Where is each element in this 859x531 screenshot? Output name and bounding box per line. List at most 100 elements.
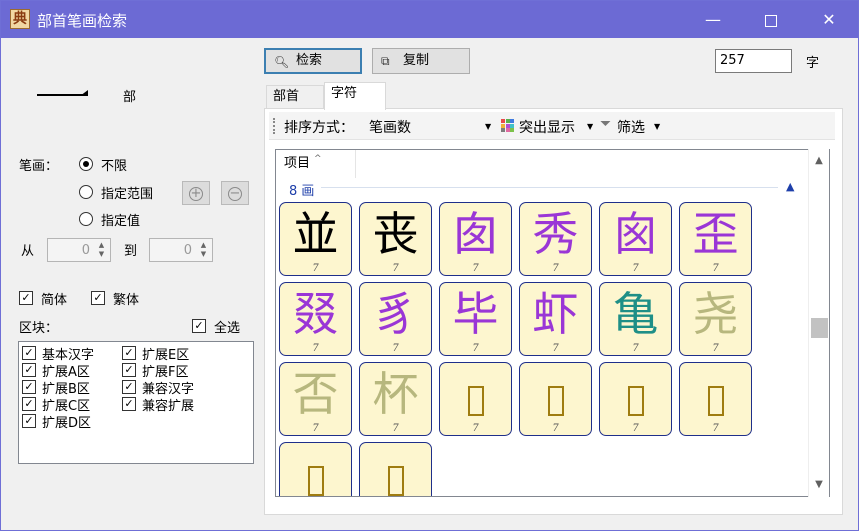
radio-range[interactable]	[79, 185, 93, 199]
character-list: 项目 ^ 8 画 ▲ 並7丧7囱7秀7囪7歪7叕7豸7毕7虾7亀7尧7否7杯77…	[275, 149, 830, 497]
tile-character: 丧	[372, 207, 419, 261]
character-tile[interactable]	[359, 442, 432, 496]
filter-button[interactable]: 筛选	[617, 117, 645, 137]
character-tile[interactable]: 毕7	[439, 282, 512, 356]
vertical-scrollbar[interactable]: ▲ ▼	[808, 149, 829, 497]
tile-character	[440, 367, 511, 421]
title-bar: 典 部首笔画检索 — ✕	[1, 1, 858, 38]
character-tile[interactable]: 杯7	[359, 362, 432, 436]
tile-character	[280, 447, 351, 496]
column-header-label: 项目	[284, 156, 311, 171]
radio-unlimited[interactable]	[79, 157, 93, 171]
search-button[interactable]: 🔍︎ 检索	[264, 48, 362, 74]
tile-stroke-count: 7	[392, 343, 399, 354]
window-title: 部首笔画检索	[37, 12, 128, 30]
tile-stroke-count: 7	[312, 263, 319, 274]
character-tile[interactable]: 否7	[279, 362, 352, 436]
tile-character: 否	[292, 367, 339, 421]
character-tile[interactable]	[279, 442, 352, 496]
traditional-checkbox[interactable]: ✓	[91, 291, 105, 305]
character-tile[interactable]: 7	[519, 362, 592, 436]
dictionary-icon: 典	[10, 9, 30, 29]
sort-ascending-icon: ^	[314, 154, 322, 164]
app-window: 典 部首笔画检索 — ✕ 部 笔画： 不限 指定范围 指定值 + − 从 0 ▲…	[0, 0, 859, 531]
tile-stroke-count: 7	[552, 263, 559, 274]
sort-select-value[interactable]: 笔画数	[369, 117, 411, 137]
character-tile[interactable]: 歪7	[679, 202, 752, 276]
sort-dropdown-icon[interactable]: ▼	[485, 122, 491, 131]
character-tile[interactable]: 豸7	[359, 282, 432, 356]
tile-character: 並	[292, 207, 339, 261]
block-checkbox-ext-e[interactable]: ✓	[122, 346, 136, 360]
block-label: 兼容扩展	[142, 399, 195, 414]
character-tile[interactable]: 秀7	[519, 202, 592, 276]
radical-stroke-tip	[80, 90, 88, 96]
block-checkbox-ext-f[interactable]: ✓	[122, 363, 136, 377]
tile-character	[680, 367, 751, 421]
add-range-button[interactable]: +	[182, 181, 210, 205]
close-button[interactable]: ✕	[800, 1, 858, 38]
block-checkbox-basic[interactable]: ✓	[22, 346, 36, 360]
tile-stroke-count: 7	[392, 263, 399, 274]
scrollbar-thumb[interactable]	[811, 318, 828, 338]
character-tile[interactable]: 並7	[279, 202, 352, 276]
tile-stroke-count: 7	[632, 263, 639, 274]
select-all-checkbox[interactable]: ✓	[192, 319, 206, 333]
filter-dropdown-icon[interactable]: ▼	[654, 122, 660, 131]
collapse-group-icon[interactable]: ▲	[786, 180, 794, 193]
copy-button[interactable]: ⧉ 复制	[372, 48, 470, 74]
character-tile[interactable]: 囱7	[439, 202, 512, 276]
block-checkbox-ext-d[interactable]: ✓	[22, 414, 36, 428]
tile-stroke-count: 7	[472, 423, 479, 434]
character-tile[interactable]: 7	[679, 362, 752, 436]
character-tile[interactable]: 7	[439, 362, 512, 436]
block-checkbox-compat-ext[interactable]: ✓	[122, 397, 136, 411]
tab-radical[interactable]: 部首	[266, 85, 324, 109]
character-tile[interactable]: 虾7	[519, 282, 592, 356]
scroll-down-icon[interactable]: ▼	[809, 475, 829, 495]
block-checkbox-compat[interactable]: ✓	[122, 380, 136, 394]
simplified-label: 简体	[41, 293, 68, 308]
tile-character: 毕	[452, 287, 499, 341]
tile-stroke-count: 7	[312, 343, 319, 354]
block-checkbox-ext-a[interactable]: ✓	[22, 363, 36, 377]
character-tile[interactable]: 7	[599, 362, 672, 436]
minus-icon: −	[228, 186, 242, 201]
tile-stroke-count: 7	[392, 423, 399, 434]
remove-range-button[interactable]: −	[221, 181, 249, 205]
scroll-up-icon[interactable]: ▲	[809, 151, 829, 171]
character-tile[interactable]: 尧7	[679, 282, 752, 356]
highlight-button[interactable]: 突出显示	[519, 117, 575, 137]
radical-label: 部	[123, 90, 137, 105]
character-tile[interactable]: 亀7	[599, 282, 672, 356]
block-checkbox-ext-b[interactable]: ✓	[22, 380, 36, 394]
radical-stroke-glyph	[37, 94, 85, 96]
radio-exact[interactable]	[79, 212, 93, 226]
to-stroke-value: 0	[183, 243, 192, 258]
simplified-checkbox[interactable]: ✓	[19, 291, 33, 305]
spinner-arrows-icon[interactable]: ▲ ▼	[95, 241, 108, 259]
tile-stroke-count: 7	[552, 423, 559, 434]
group-header-label: 8 画	[289, 184, 315, 199]
tab-characters[interactable]: 字符	[324, 82, 386, 110]
to-stroke-spinner[interactable]: 0 ▲ ▼	[149, 238, 213, 262]
tile-character	[600, 367, 671, 421]
column-header-item[interactable]: 项目 ^	[276, 150, 356, 178]
spinner-arrows-icon[interactable]: ▲ ▼	[197, 241, 210, 259]
maximize-button[interactable]	[742, 1, 800, 38]
character-tile[interactable]: 丧7	[359, 202, 432, 276]
copy-button-label: 复制	[403, 53, 430, 68]
block-checkbox-ext-c[interactable]: ✓	[22, 397, 36, 411]
tile-character: 囪	[612, 207, 659, 261]
tile-character: 豸	[372, 287, 419, 341]
tile-character: 杯	[372, 367, 419, 421]
from-stroke-spinner[interactable]: 0 ▲ ▼	[47, 238, 111, 262]
result-count-field: 257	[715, 49, 792, 73]
tile-character: 叕	[292, 287, 339, 341]
missing-glyph-icon	[627, 386, 644, 416]
character-tile[interactable]: 囪7	[599, 202, 672, 276]
missing-glyph-icon	[387, 466, 404, 496]
highlight-dropdown-icon[interactable]: ▼	[587, 122, 593, 131]
character-tile[interactable]: 叕7	[279, 282, 352, 356]
minimize-button[interactable]: —	[684, 1, 742, 38]
